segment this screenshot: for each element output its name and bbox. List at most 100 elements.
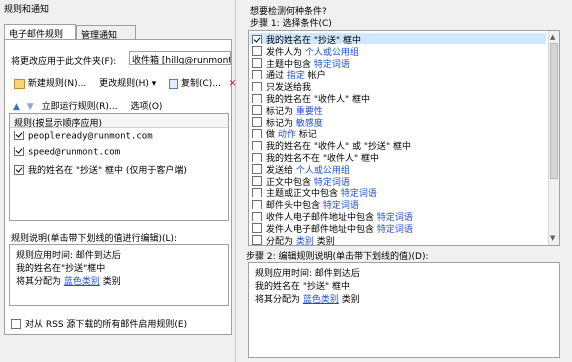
condition-checkbox[interactable] xyxy=(252,81,262,92)
move-up-icon[interactable]: ▲ xyxy=(13,102,20,112)
condition-text: 我的姓名在 "收件人" 框中 xyxy=(266,95,371,103)
email-rules-panel: 将更改应用于此文件夹(F): 收件箱 [hillq@runmont.com 新建… xyxy=(4,39,236,335)
rule-description-box: 规则应用时间: 邮件到达后 我的姓名在"抄送"框中 将其分配为 蓝色类别 类别 xyxy=(9,244,229,306)
condition-link[interactable]: 个人或公用组 xyxy=(305,48,359,56)
rules-list-header: 规则(按显示顺序应用) xyxy=(10,114,228,128)
window-title: 规则和通知 xyxy=(4,5,50,15)
copy-label: 复制(C)... xyxy=(181,79,221,89)
condition-row[interactable]: 标记为 重要性 xyxy=(250,104,546,115)
condition-row[interactable]: 我的姓名不在 "收件人" 框中 xyxy=(250,151,546,162)
rule-description-label: 规则说明(单击带下划线的值进行编辑)(L): xyxy=(11,234,178,244)
conditions-scrollbar[interactable]: ▲ ▼ xyxy=(548,31,559,245)
condition-text: 主题或正文中包含 xyxy=(266,189,341,198)
condition-checkbox[interactable] xyxy=(252,176,262,186)
condition-text: 我的姓名在 "收件人" 或 "抄送" 框中 xyxy=(266,142,412,151)
condition-checkbox[interactable] xyxy=(252,69,262,80)
rss-label: 对从 RSS 源下载的所有邮件启用规则(E) xyxy=(25,320,188,330)
condition-checkbox[interactable] xyxy=(252,58,262,68)
copy-icon xyxy=(169,78,179,89)
scroll-thumb[interactable] xyxy=(550,43,558,179)
condition-link[interactable]: 特定词语 xyxy=(377,225,413,233)
rss-checkbox[interactable] xyxy=(11,318,21,329)
condition-row[interactable]: 发件人为 个人或公用组 xyxy=(250,45,546,56)
condition-row[interactable]: 标记为 敏感度 xyxy=(250,116,546,127)
condition-checkbox[interactable] xyxy=(252,235,262,245)
rule-name: 我的姓名在 "抄送" 框中 (仅用于客户端) xyxy=(28,166,187,176)
tab-email-rules[interactable]: 电子邮件规则 xyxy=(4,24,76,40)
scroll-down-icon[interactable]: ▼ xyxy=(550,234,555,242)
rule-checkbox[interactable] xyxy=(14,147,24,156)
condition-text: 邮件头中包含 xyxy=(266,201,323,210)
blue-category-link[interactable]: 蓝色类别 xyxy=(303,295,339,305)
condition-row[interactable]: 我的姓名在 "收件人" 或 "抄送" 框中 xyxy=(250,139,546,151)
condition-checkbox[interactable] xyxy=(252,117,262,127)
condition-row[interactable]: 收件人电子邮件地址中包含 特定词语 xyxy=(250,210,546,221)
condition-text-suffix: 帐户 xyxy=(304,71,326,80)
condition-checkbox[interactable] xyxy=(252,34,262,44)
rule-checkbox[interactable] xyxy=(14,164,24,175)
condition-link[interactable]: 特定词语 xyxy=(314,60,350,68)
condition-checkbox[interactable] xyxy=(252,152,262,162)
description-line: 将其分配为 蓝色类别 类别 xyxy=(255,292,553,305)
condition-row[interactable]: 主题中包含 特定词语 xyxy=(250,57,546,68)
condition-row[interactable]: 分配为 类别 类别 xyxy=(250,234,546,245)
rss-rule-option[interactable]: 对从 RSS 源下载的所有邮件启用规则(E) xyxy=(11,317,187,330)
condition-row[interactable]: 我的姓名在 "抄送" 框中 xyxy=(250,33,546,44)
step1-label: 步骤 1: 选择条件(C) xyxy=(250,19,332,29)
condition-link[interactable]: 敏感度 xyxy=(296,119,323,127)
conditions-list: ▲ ▼ 我的姓名在 "抄送" 框中 发件人为 个人或公用组 主题中包含 特定词语 通过… xyxy=(248,30,560,246)
rule-checkbox[interactable] xyxy=(14,131,24,140)
condition-row[interactable]: 做 动作 标记 xyxy=(250,127,546,139)
condition-text: 收件人电子邮件地址中包含 xyxy=(266,213,377,221)
condition-checkbox[interactable] xyxy=(252,93,262,103)
options-button[interactable]: 选项(O) xyxy=(125,97,167,114)
condition-row[interactable]: 正文中包含 特定词语 xyxy=(250,175,546,186)
step2-label: 步骤 2: 编辑规则说明(单击带下划线的值)(D): xyxy=(246,252,429,262)
rule-row[interactable]: 我的姓名在 "抄送" 框中 (仅用于客户端) xyxy=(14,163,187,176)
condition-text-suffix: 类别 xyxy=(313,236,335,245)
description-line: 规则应用时间: 邮件到达后 xyxy=(255,269,360,279)
condition-link[interactable]: 重要性 xyxy=(296,107,323,115)
condition-row[interactable]: 主题或正文中包含 特定词语 xyxy=(250,186,546,198)
condition-row[interactable]: 邮件头中包含 特定词语 xyxy=(250,198,546,210)
condition-row[interactable]: 我的姓名在 "收件人" 框中 xyxy=(250,92,546,103)
run-rules-now-button[interactable]: 立即运行规则(R)... xyxy=(37,97,123,114)
condition-link[interactable]: 特定词语 xyxy=(314,178,350,186)
rule-row[interactable]: peopleready@runmont.com xyxy=(14,131,153,142)
description-line: 规则应用时间: 邮件到达后 xyxy=(16,251,121,261)
condition-link[interactable]: 特定词语 xyxy=(341,189,377,197)
condition-checkbox[interactable] xyxy=(252,211,262,221)
condition-link[interactable]: 指定 xyxy=(287,71,305,79)
condition-checkbox[interactable] xyxy=(252,105,262,115)
condition-row[interactable]: 只发送给我 xyxy=(250,80,546,92)
change-rule-button[interactable]: 更改规则(H) ▾ xyxy=(94,74,161,91)
scroll-up-icon[interactable]: ▲ xyxy=(550,33,555,41)
condition-text: 只发送给我 xyxy=(266,83,312,92)
copy-button[interactable]: 复制(C)... xyxy=(164,74,226,91)
condition-checkbox[interactable] xyxy=(252,223,262,233)
condition-row[interactable]: 通过 指定 帐户 xyxy=(250,68,546,80)
condition-row[interactable]: 发送给 个人或公用组 xyxy=(250,163,546,174)
tab-manage-alerts[interactable]: 管理通知 xyxy=(76,25,136,41)
condition-checkbox[interactable] xyxy=(252,46,262,56)
blue-category-link[interactable]: 蓝色类别 xyxy=(64,277,100,287)
condition-checkbox[interactable] xyxy=(252,187,262,198)
condition-link[interactable]: 动作 xyxy=(278,130,296,138)
rules-toolbar-2: ▲ ▼ 立即运行规则(R)... 选项(O) xyxy=(13,97,167,114)
new-rule-icon xyxy=(14,78,25,89)
condition-checkbox[interactable] xyxy=(252,128,262,139)
condition-checkbox[interactable] xyxy=(252,140,262,151)
move-down-icon[interactable]: ▼ xyxy=(27,102,34,112)
condition-link[interactable]: 个人或公用组 xyxy=(296,166,350,174)
condition-checkbox[interactable] xyxy=(252,199,262,210)
condition-checkbox[interactable] xyxy=(252,164,262,174)
condition-text-suffix: 标记 xyxy=(295,130,317,139)
description-prefix: 将其分配为 xyxy=(16,277,64,287)
new-rule-button[interactable]: 新建规则(N)... xyxy=(9,74,91,91)
condition-link[interactable]: 特定词语 xyxy=(323,201,359,209)
condition-link[interactable]: 特定词语 xyxy=(377,213,413,221)
folder-select[interactable]: 收件箱 [hillq@runmont.com xyxy=(129,51,231,65)
rule-row[interactable]: speed@runmont.com xyxy=(14,147,120,158)
condition-link[interactable]: 类别 xyxy=(296,237,314,245)
condition-row[interactable]: 发件人电子邮件地址中包含 特定词语 xyxy=(250,222,546,233)
